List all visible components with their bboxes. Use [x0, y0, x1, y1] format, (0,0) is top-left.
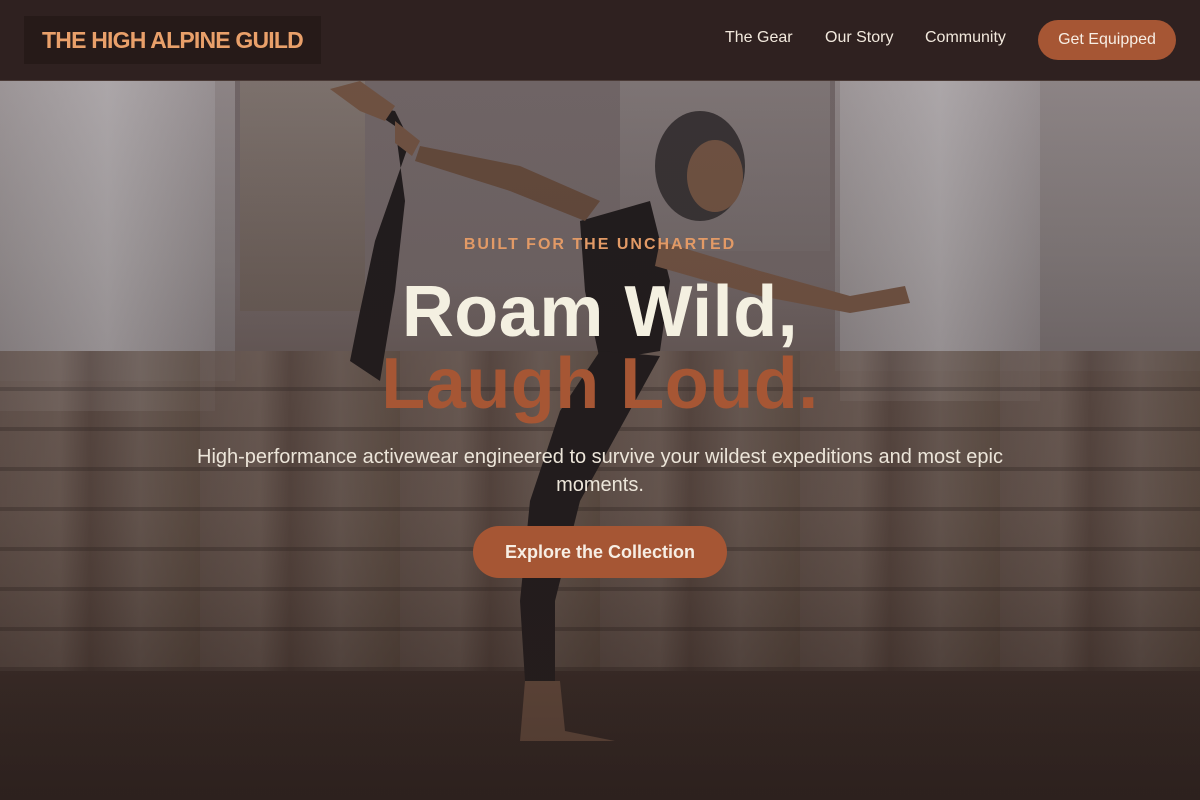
- hero-subtitle: High-performance activewear engineered t…: [197, 446, 1003, 496]
- hero-headline-line-1: Roam Wild,: [401, 272, 799, 352]
- explore-collection-button[interactable]: Explore the Collection: [473, 526, 727, 578]
- logo[interactable]: THE HIGH ALPINE GUILD: [24, 16, 321, 64]
- logo-text: THE HIGH ALPINE GUILD: [42, 26, 304, 53]
- nav-link-community[interactable]: Community: [925, 29, 1006, 47]
- site-header: THE HIGH ALPINE GUILD The Gear Our Story…: [0, 0, 1200, 81]
- hero-headline-line-2: Laugh Loud.: [381, 344, 819, 424]
- nav-link-our-story[interactable]: Our Story: [825, 29, 893, 47]
- hero-eyebrow: BUILT FOR THE UNCHARTED: [463, 236, 737, 253]
- get-equipped-button[interactable]: Get Equipped: [1038, 20, 1176, 60]
- nav-link-the-gear[interactable]: The Gear: [725, 29, 793, 47]
- hero-section: BUILT FOR THE UNCHARTED Roam Wild, Laugh…: [0, 81, 1200, 800]
- hero-overlay: [0, 81, 1200, 800]
